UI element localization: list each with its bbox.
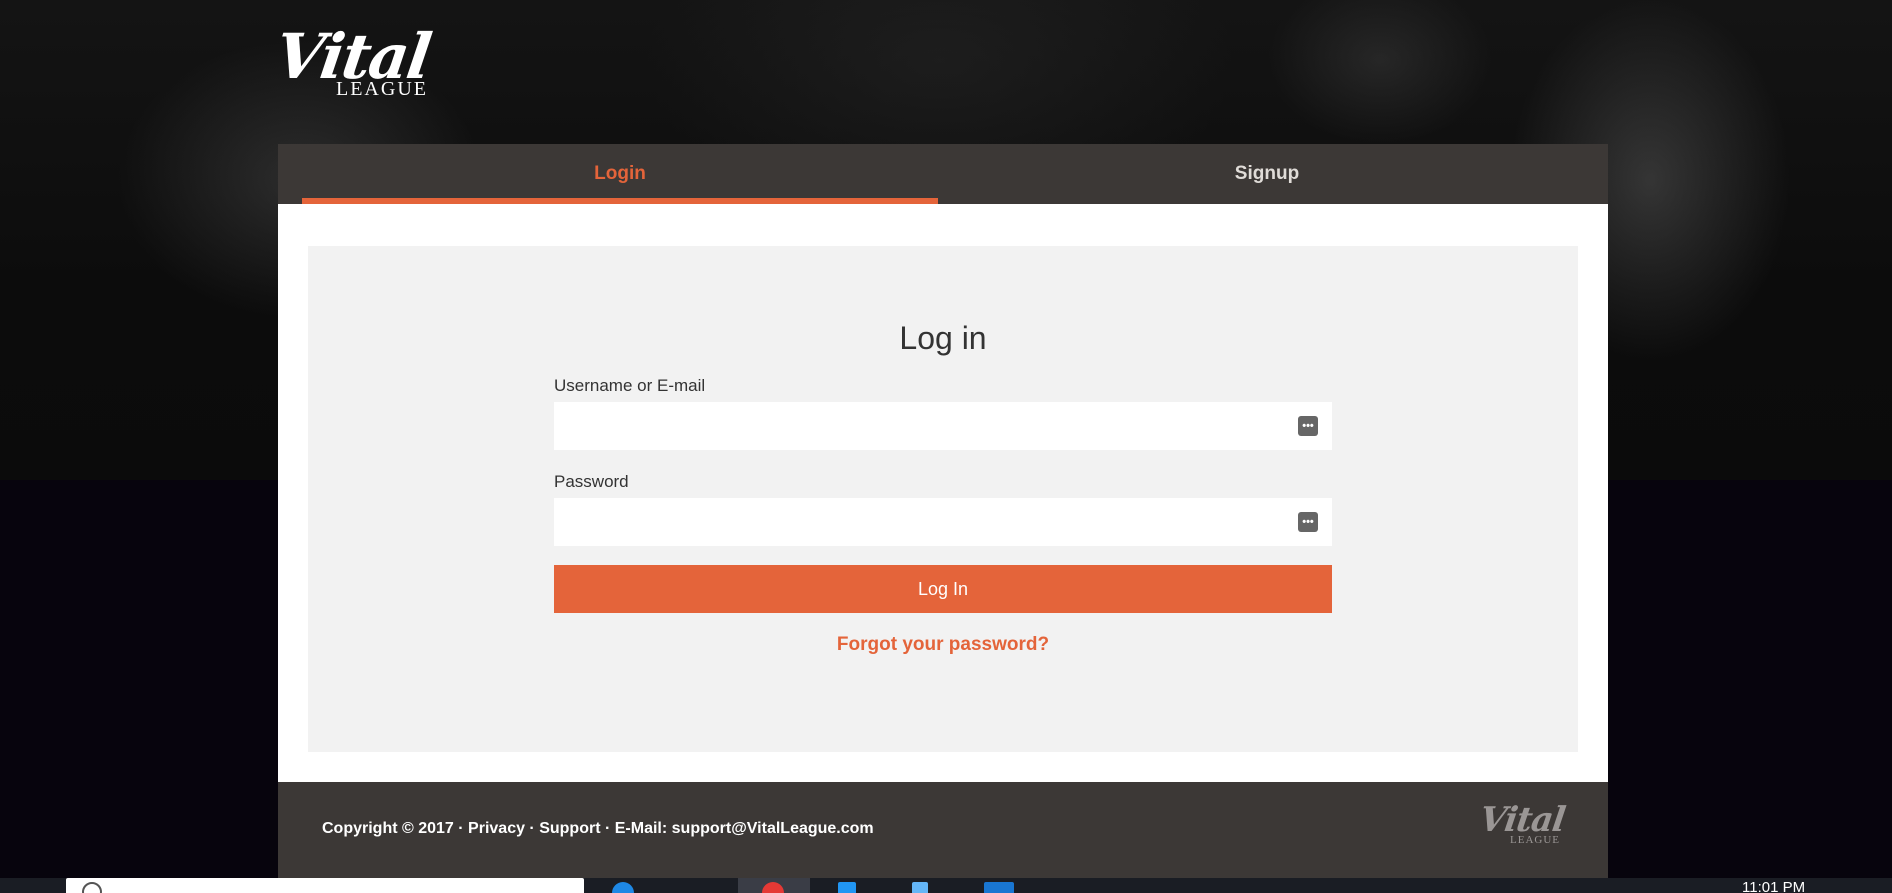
brand-logo-league: LEAGUE bbox=[336, 78, 428, 100]
os-taskbar: 11:01 PM bbox=[0, 878, 1892, 893]
footer-email-label: · E-Mail: bbox=[600, 820, 672, 837]
tab-signup[interactable]: Signup bbox=[938, 144, 1596, 204]
footer-copyright: Copyright © 2017 · bbox=[322, 820, 469, 837]
auth-card: Login Signup Log in Username or E-mail •… bbox=[278, 144, 1608, 782]
taskbar-app-icon[interactable] bbox=[984, 882, 1014, 893]
username-label: Username or E-mail bbox=[554, 376, 706, 395]
footer-privacy-link[interactable]: Privacy bbox=[468, 820, 525, 837]
taskbar-app-icon[interactable] bbox=[912, 882, 928, 893]
taskbar-search-box[interactable] bbox=[66, 878, 584, 893]
forgot-password-link[interactable]: Forgot your password? bbox=[308, 634, 1578, 656]
tab-login-active-indicator bbox=[302, 198, 938, 204]
footer-logo-league: LEAGUE bbox=[1510, 834, 1560, 846]
password-label: Password bbox=[554, 472, 629, 491]
taskbar-app-icon[interactable] bbox=[838, 882, 856, 893]
more-dots-icon[interactable]: ••• bbox=[1298, 416, 1318, 436]
tab-signup-label: Signup bbox=[1234, 163, 1300, 184]
taskbar-app-icon[interactable] bbox=[612, 882, 634, 893]
username-input[interactable] bbox=[554, 402, 1332, 450]
login-form-panel: Log in Username or E-mail ••• Password •… bbox=[308, 246, 1578, 752]
footer-text: Copyright © 2017 · Privacy · Support · E… bbox=[322, 820, 874, 838]
footer-separator: · bbox=[524, 820, 540, 837]
form-title: Log in bbox=[899, 320, 987, 356]
footer-logo: Vital LEAGUE bbox=[1477, 800, 1570, 846]
tab-login[interactable]: Login bbox=[302, 144, 938, 204]
more-dots-icon[interactable]: ••• bbox=[1298, 512, 1318, 532]
password-input[interactable] bbox=[554, 498, 1332, 546]
footer-support-link[interactable]: Support bbox=[539, 820, 600, 837]
taskbar-clock[interactable]: 11:01 PM bbox=[1742, 880, 1805, 893]
login-submit-button[interactable]: Log In bbox=[554, 565, 1332, 613]
brand-logo[interactable]: Vital LEAGUE bbox=[271, 20, 456, 104]
site-footer: Copyright © 2017 · Privacy · Support · E… bbox=[278, 782, 1608, 878]
footer-email-link[interactable]: support@VitalLeague.com bbox=[672, 820, 874, 837]
tab-login-label: Login bbox=[594, 163, 646, 184]
auth-tabs: Login Signup bbox=[278, 144, 1608, 204]
